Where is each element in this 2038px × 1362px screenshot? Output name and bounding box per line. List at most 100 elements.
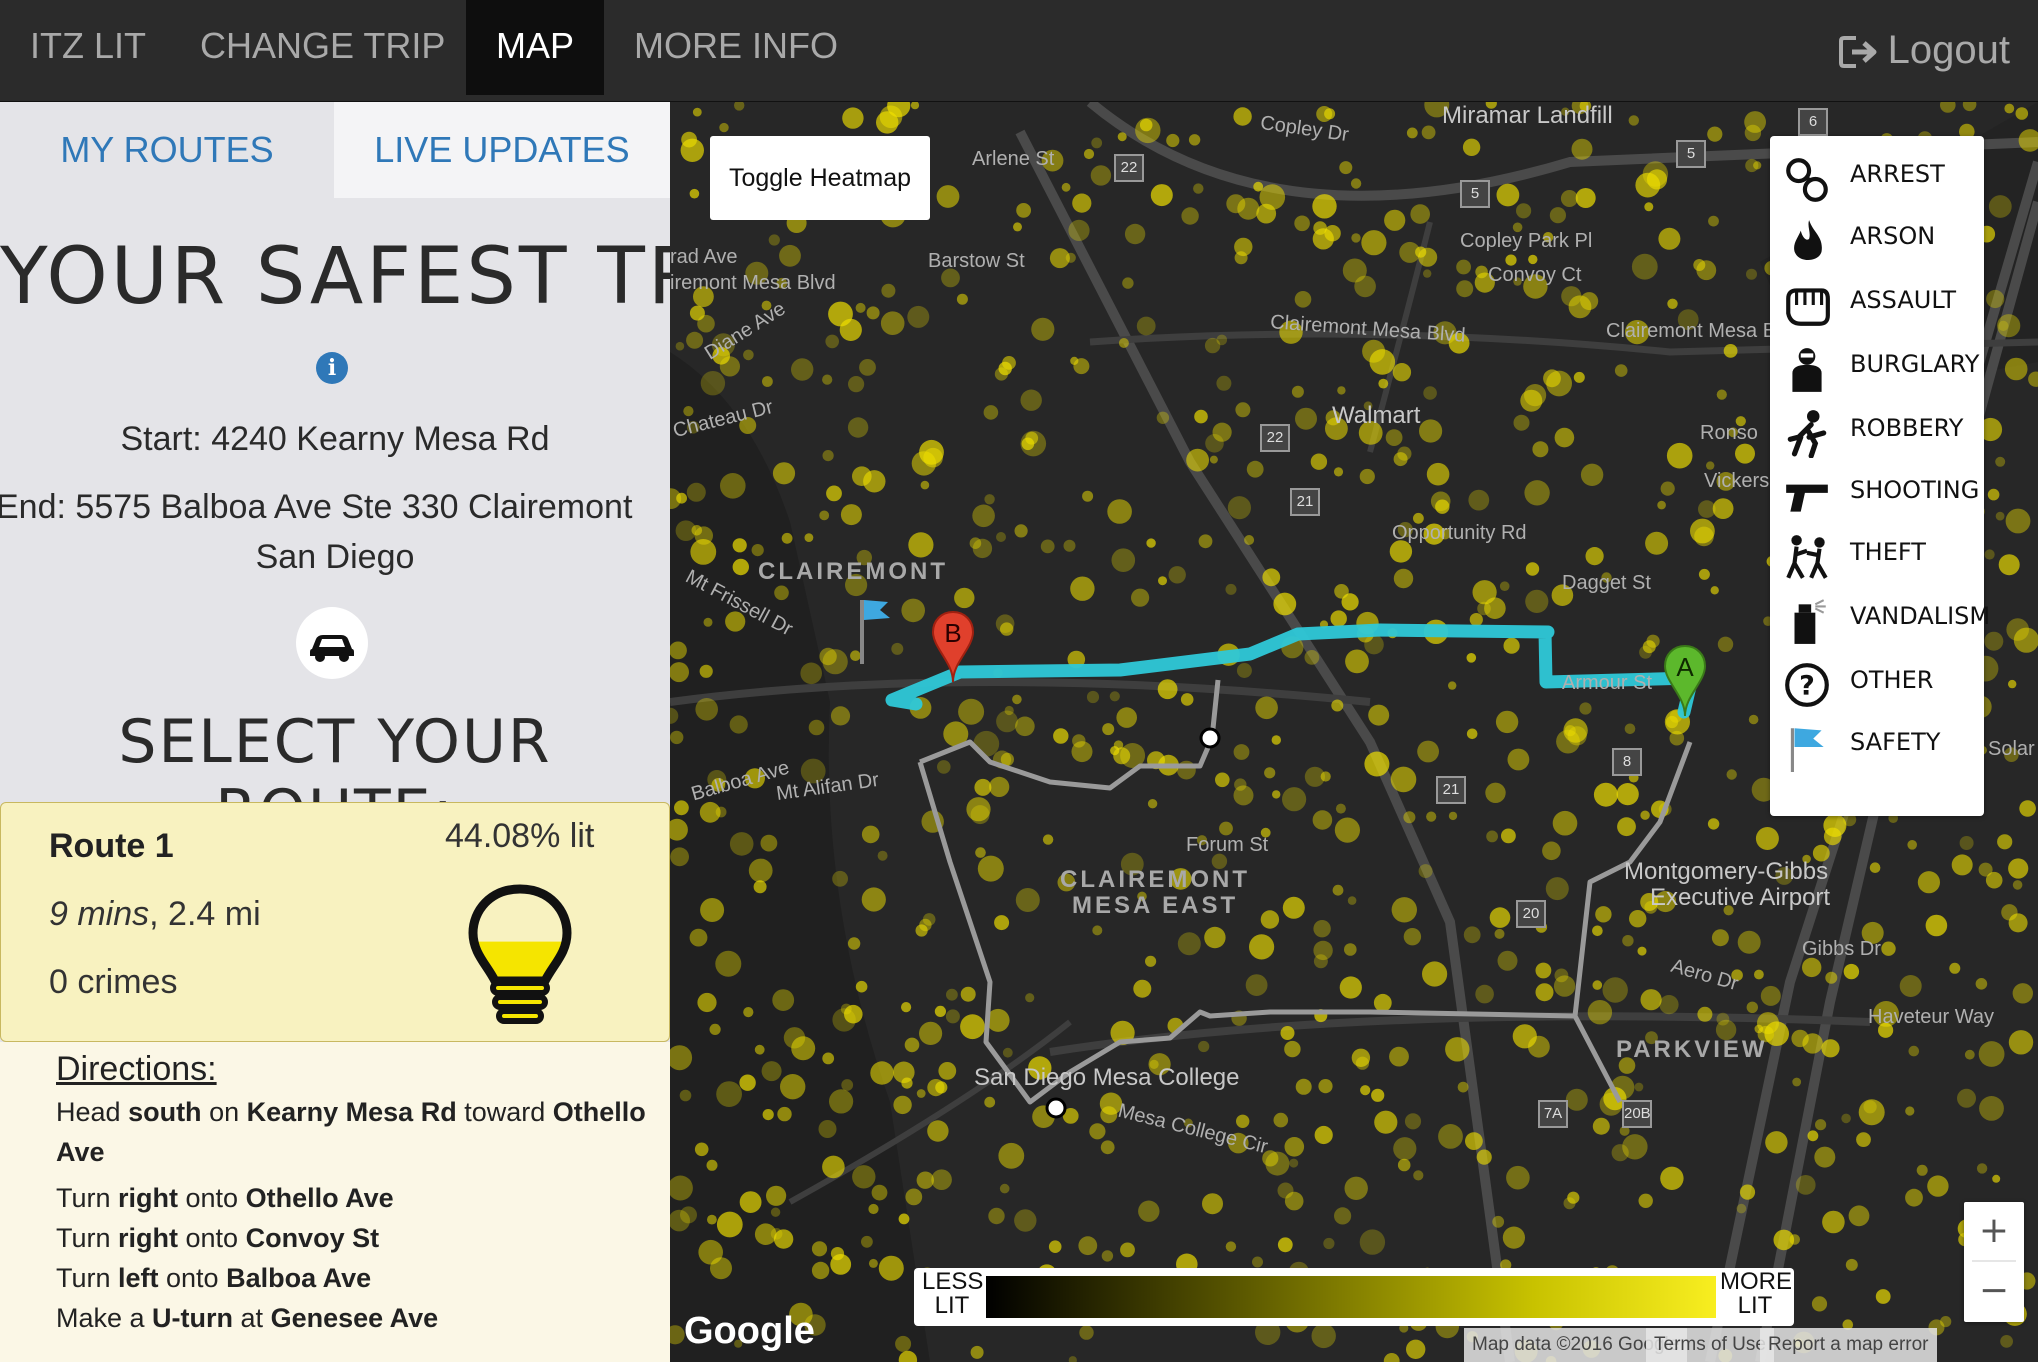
heatmap-point xyxy=(1131,588,1150,607)
sidebar-tabs: MY ROUTES LIVE UPDATES xyxy=(0,102,670,198)
heatmap-point xyxy=(1313,954,1328,969)
lit-scale-legend: LESS LIT MORE LIT xyxy=(914,1268,1794,1326)
legend-item-other[interactable]: ? OTHER xyxy=(1770,652,1984,712)
heatmap-point xyxy=(709,1023,721,1035)
highway-shield: 5 xyxy=(1460,180,1490,208)
info-icon[interactable]: i xyxy=(316,352,348,384)
heatmap-point xyxy=(1350,178,1362,189)
zoom-out-button[interactable]: − xyxy=(1964,1262,2024,1320)
heatmap-point xyxy=(1592,1117,1610,1135)
heatmap-point xyxy=(1418,864,1433,879)
zoom-control: + − xyxy=(1964,1202,2024,1322)
heatmap-point xyxy=(822,374,833,385)
heatmap-point xyxy=(1273,592,1297,616)
route-card[interactable]: Route 1 44.08% lit 9 mins, 2.4 mi 0 crim… xyxy=(0,802,670,1042)
heatmap-point xyxy=(1848,1205,1870,1227)
heatmap-point xyxy=(1712,498,1734,519)
fist-icon xyxy=(1786,288,1830,326)
heatmap-point xyxy=(1244,535,1255,545)
legend-item-robbery[interactable]: ROBBERY xyxy=(1770,400,1984,460)
highway-shield: 7A xyxy=(1538,1100,1568,1128)
tab-live-updates[interactable]: LIVE UPDATES xyxy=(334,102,670,198)
heatmap-point xyxy=(984,494,995,505)
heatmap-point xyxy=(1881,941,1896,956)
legend-item-safety[interactable]: SAFETY xyxy=(1770,714,1984,774)
heatmap-point xyxy=(841,1079,854,1091)
heatmap-point xyxy=(1426,462,1450,486)
heatmap-point xyxy=(674,800,689,816)
heatmap-point xyxy=(1323,1237,1335,1250)
heatmap-point xyxy=(1563,1197,1576,1210)
logout-button[interactable]: Logout xyxy=(1838,0,2010,100)
gun-icon xyxy=(1786,484,1828,512)
terms-of-use-link[interactable]: Terms of Use xyxy=(1646,1328,1774,1362)
legend-item-assault[interactable]: ASSAULT xyxy=(1770,272,1984,332)
spray-can-icon xyxy=(1794,599,1826,644)
heatmap-point xyxy=(1485,782,1506,803)
heatmap-point xyxy=(1494,928,1505,939)
heatmap-point xyxy=(848,376,865,393)
heatmap-point xyxy=(1015,716,1035,737)
heatmap-point xyxy=(1311,1323,1336,1349)
heatmap-point xyxy=(1289,1158,1299,1168)
heatmap-point xyxy=(781,532,793,544)
tab-my-routes[interactable]: MY ROUTES xyxy=(0,102,334,198)
heatmap-point xyxy=(1237,197,1260,220)
heatmap-point xyxy=(1795,1175,1816,1195)
heatmap-point xyxy=(1744,111,1766,133)
heatmap-point xyxy=(1525,562,1540,576)
origin-marker-a[interactable]: A xyxy=(1662,644,1708,718)
travel-mode-button[interactable] xyxy=(296,607,368,679)
heatmap-point xyxy=(1331,699,1344,712)
map-label-solar: Solar xyxy=(1988,738,2035,760)
report-map-error-link[interactable]: Report a map error xyxy=(1760,1328,1937,1362)
heatmap-point xyxy=(1580,463,1604,486)
brand-link[interactable]: ITZ LIT xyxy=(0,0,176,95)
route-time: 9 mins xyxy=(49,895,150,933)
nav-more-info[interactable]: MORE INFO xyxy=(604,0,868,95)
heatmap-point xyxy=(859,359,876,376)
nav-map[interactable]: MAP xyxy=(466,0,605,95)
nav-change-trip[interactable]: CHANGE TRIP xyxy=(170,0,475,95)
heatmap-point xyxy=(1841,1113,1851,1124)
legend-item-vandalism[interactable]: VANDALISM xyxy=(1770,588,1990,648)
heatmap-point xyxy=(732,558,749,576)
legend-item-arson[interactable]: ARSON xyxy=(1770,208,1984,268)
map-view[interactable]: Miramar Landfill Copley Dr Arlene St Bar… xyxy=(670,102,2038,1362)
toggle-heatmap-button[interactable]: Toggle Heatmap xyxy=(710,136,930,220)
heatmap-point xyxy=(1516,203,1532,219)
heatmap-point xyxy=(1631,253,1658,280)
map-label-miramar: Miramar Landfill xyxy=(1442,102,1613,129)
heatmap-point xyxy=(1535,983,1554,1002)
direction-keyword: right xyxy=(118,1223,179,1253)
legend-item-shooting[interactable]: SHOOTING xyxy=(1770,462,1984,522)
heatmap-point xyxy=(1344,943,1357,956)
heatmap-point xyxy=(852,1165,876,1189)
heatmap-point xyxy=(1905,1188,1923,1207)
legend-item-theft[interactable]: THEFT xyxy=(1770,524,1984,584)
heatmap-point xyxy=(1524,480,1550,506)
map-label-clairemont-mesa-east-2: MESA EAST xyxy=(1072,892,1239,919)
heatmap-point xyxy=(1146,538,1156,548)
heatmap-point xyxy=(972,538,993,559)
legend-label: VANDALISM xyxy=(1850,602,1991,630)
heatmap-point xyxy=(1571,138,1593,160)
zoom-in-button[interactable]: + xyxy=(1964,1202,2024,1260)
heatmap-point xyxy=(1314,1125,1333,1145)
destination-marker-b[interactable]: B xyxy=(930,610,976,684)
heatmap-point xyxy=(1079,1325,1094,1340)
heatmap-point xyxy=(1624,723,1636,735)
route-duration: 9 mins, 2.4 mi xyxy=(49,895,261,934)
heatmap-point xyxy=(855,980,868,993)
heatmap-point xyxy=(675,341,685,351)
legend-item-burglary[interactable]: BURGLARY xyxy=(1770,336,1984,396)
safety-flag-marker[interactable] xyxy=(858,596,898,666)
heatmap-point xyxy=(811,1261,830,1280)
heatmap-point xyxy=(811,1241,828,1257)
google-logo: Google xyxy=(684,1310,815,1352)
legend-item-arrest[interactable]: ARREST xyxy=(1770,146,1984,206)
legend-label: OTHER xyxy=(1850,666,1934,694)
heatmap-point xyxy=(1040,539,1055,554)
heatmap-point xyxy=(1273,1112,1289,1128)
heatmap-point xyxy=(977,855,1004,882)
